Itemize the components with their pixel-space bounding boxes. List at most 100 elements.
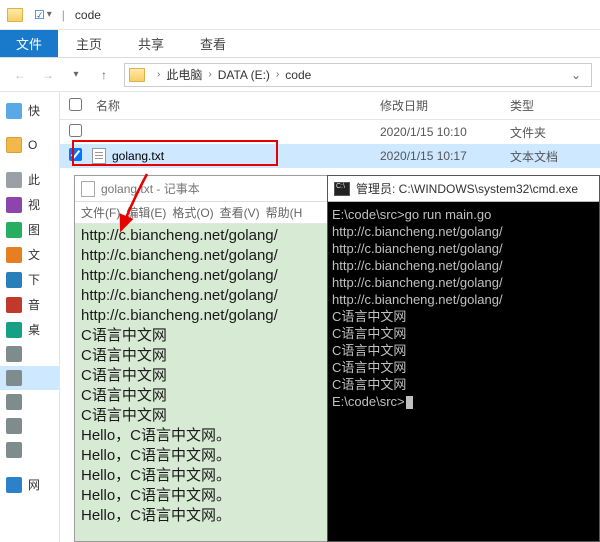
notepad-line: C语言中文网: [81, 326, 327, 346]
sidebar-label: 音: [28, 296, 40, 313]
menu-format[interactable]: 格式(O): [170, 204, 215, 221]
sidebar-item-network[interactable]: 网: [0, 472, 59, 497]
notepad-icon: [81, 181, 95, 197]
folder-icon: [0, 8, 30, 22]
cmd-line: C语言中文网: [332, 325, 595, 342]
sidebar-item-videos[interactable]: 视: [0, 192, 59, 217]
sidebar-item-desktop[interactable]: 桌: [0, 317, 59, 342]
sidebar-item-disk[interactable]: [0, 342, 59, 366]
crumb-folder[interactable]: code: [285, 68, 311, 82]
cmd-cursor: [406, 396, 413, 409]
nav-up-button[interactable]: ↑: [92, 63, 116, 87]
cmd-line: E:\code\src>: [332, 393, 595, 410]
menu-file[interactable]: 文件(F): [79, 204, 122, 221]
row-checkbox[interactable]: [69, 124, 82, 137]
breadcrumb-bar[interactable]: ›此电脑 ›DATA (E:) ›code ⌄: [124, 63, 592, 87]
notepad-title: golang.txt - 记事本: [101, 180, 200, 197]
column-headers: 名称 修改日期 类型: [60, 92, 600, 120]
select-all-checkbox[interactable]: [69, 98, 82, 111]
cmd-line: C语言中文网: [332, 359, 595, 376]
ribbon-tab-home[interactable]: 主页: [58, 30, 120, 57]
star-icon: [6, 103, 22, 119]
menu-view[interactable]: 查看(V): [218, 204, 262, 221]
sidebar-label: O: [28, 138, 37, 152]
cmd-titlebar[interactable]: 管理员: C:\WINDOWS\system32\cmd.exe: [328, 176, 599, 202]
cmd-line: http://c.biancheng.net/golang/: [332, 291, 595, 308]
document-icon: [6, 247, 22, 263]
address-bar: ← → ▾ ↑ ›此电脑 ›DATA (E:) ›code ⌄: [0, 58, 600, 92]
sidebar-item-disk-selected[interactable]: [0, 366, 59, 390]
window-titlebar: ☑ ▾ | code: [0, 0, 600, 30]
cmd-line: C语言中文网: [332, 342, 595, 359]
sidebar-item-pc[interactable]: 此: [0, 167, 59, 192]
file-type: 文件夹: [510, 124, 600, 141]
file-row-selected[interactable]: golang.txt 2020/1/15 10:17 文本文档: [60, 144, 600, 168]
sidebar-item-music[interactable]: 音: [0, 292, 59, 317]
ribbon-file-tab[interactable]: 文件: [0, 30, 58, 57]
desktop-icon: [6, 322, 22, 338]
col-name[interactable]: 名称: [90, 97, 380, 114]
sidebar-label: 下: [28, 271, 40, 288]
disk-icon: [6, 346, 22, 362]
address-dropdown-icon[interactable]: ⌄: [565, 68, 587, 82]
chevron-right-icon[interactable]: ›: [202, 69, 217, 80]
picture-icon: [6, 222, 22, 238]
sidebar-label: 快: [28, 102, 40, 119]
cmd-line: http://c.biancheng.net/golang/: [332, 240, 595, 257]
sidebar-item-quick[interactable]: 快: [0, 98, 59, 123]
music-icon: [6, 297, 22, 313]
notepad-line: Hello，C语言中文网。: [81, 486, 327, 506]
text-file-icon: [90, 148, 108, 164]
notepad-window[interactable]: golang.txt - 记事本 文件(F) 编辑(E) 格式(O) 查看(V)…: [74, 175, 334, 542]
cmd-line: C语言中文网: [332, 376, 595, 393]
crumb-drive[interactable]: DATA (E:): [218, 68, 270, 82]
col-checkbox[interactable]: [60, 98, 90, 114]
notepad-line: http://c.biancheng.net/golang/: [81, 306, 327, 326]
cmd-line: E:\code\src>go run main.go: [332, 206, 595, 223]
notepad-line: C语言中文网: [81, 366, 327, 386]
navigation-sidebar: 快 O 此 视 图 文 下 音 桌 网: [0, 92, 60, 542]
sidebar-item-docs[interactable]: 文: [0, 242, 59, 267]
qa-check-icon[interactable]: ☑: [34, 8, 45, 22]
row-checkbox[interactable]: [69, 148, 82, 161]
file-row[interactable]: 2020/1/15 10:10 文件夹: [60, 120, 600, 144]
cmd-line: http://c.biancheng.net/golang/: [332, 257, 595, 274]
col-date[interactable]: 修改日期: [380, 97, 510, 114]
sidebar-item-onedrive[interactable]: O: [0, 133, 59, 157]
notepad-titlebar[interactable]: golang.txt - 记事本: [75, 176, 333, 202]
sidebar-item-disk[interactable]: [0, 390, 59, 414]
notepad-content[interactable]: http://c.biancheng.net/golang/http://c.b…: [75, 224, 333, 541]
sidebar-label: 此: [28, 171, 40, 188]
quick-access-toolbar: ☑ ▾: [30, 8, 56, 22]
qa-dropdown-icon[interactable]: ▾: [47, 9, 52, 20]
sidebar-item-disk[interactable]: [0, 438, 59, 462]
network-icon: [6, 477, 22, 493]
nav-forward-button[interactable]: →: [36, 63, 60, 87]
chevron-right-icon[interactable]: ›: [270, 69, 285, 80]
col-type[interactable]: 类型: [510, 97, 600, 114]
cmd-title: 管理员: C:\WINDOWS\system32\cmd.exe: [356, 180, 578, 197]
notepad-line: http://c.biancheng.net/golang/: [81, 286, 327, 306]
ribbon-tab-view[interactable]: 查看: [182, 30, 244, 57]
cmd-output[interactable]: E:\code\src>go run main.go http://c.bianc…: [328, 202, 599, 414]
cloud-icon: [6, 137, 22, 153]
nav-recent-dropdown[interactable]: ▾: [64, 63, 88, 87]
ribbon-tab-share[interactable]: 共享: [120, 30, 182, 57]
nav-back-button[interactable]: ←: [8, 63, 32, 87]
cmd-window[interactable]: 管理员: C:\WINDOWS\system32\cmd.exe E:\code…: [327, 175, 600, 542]
sidebar-item-downloads[interactable]: 下: [0, 267, 59, 292]
disk-icon: [6, 394, 22, 410]
notepad-line: Hello，C语言中文网。: [81, 466, 327, 486]
notepad-line: Hello，C语言中文网。: [81, 426, 327, 446]
video-icon: [6, 197, 22, 213]
notepad-line: http://c.biancheng.net/golang/: [81, 226, 327, 246]
notepad-menubar: 文件(F) 编辑(E) 格式(O) 查看(V) 帮助(H: [75, 202, 333, 224]
crumb-pc[interactable]: 此电脑: [166, 66, 202, 83]
chevron-right-icon[interactable]: ›: [151, 69, 166, 80]
ribbon-tabs: 文件 主页 共享 查看: [0, 30, 600, 58]
sidebar-item-disk[interactable]: [0, 414, 59, 438]
breadcrumb-folder-icon: [129, 68, 145, 82]
sidebar-item-pictures[interactable]: 图: [0, 217, 59, 242]
menu-edit[interactable]: 编辑(E): [124, 204, 168, 221]
menu-help[interactable]: 帮助(H: [264, 204, 305, 221]
